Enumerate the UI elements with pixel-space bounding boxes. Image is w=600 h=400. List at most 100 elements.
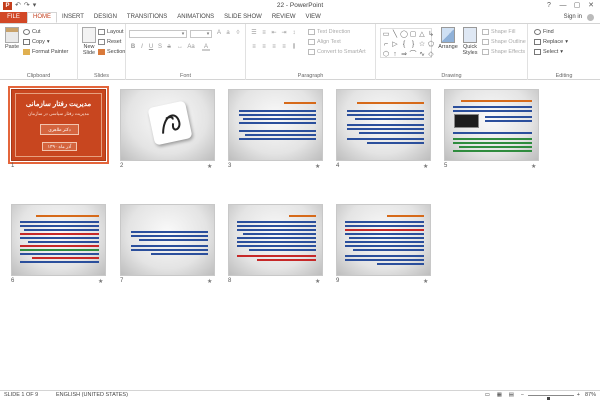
shadow-icon[interactable]: S (156, 44, 164, 51)
numbering-icon[interactable]: ≡ (260, 30, 268, 37)
shape-fill-button[interactable]: Shape Fill (482, 28, 515, 36)
quick-styles-button[interactable]: Quick Styles (460, 27, 480, 56)
new-slide-button[interactable]: New Slide (80, 27, 98, 56)
layout-button[interactable]: Layout (98, 28, 124, 36)
align-text-button[interactable]: Align Text (308, 38, 341, 46)
tab-home[interactable]: HOME (27, 12, 57, 23)
reset-button[interactable]: Reset (98, 38, 121, 46)
decrease-indent-icon[interactable]: ⇤ (270, 30, 278, 37)
customize-qat-icon[interactable]: ▾ (33, 1, 37, 11)
align-center-icon[interactable]: ≡ (260, 44, 268, 51)
shape-outline-button[interactable]: Shape Outline (482, 38, 526, 46)
columns-icon[interactable]: ⫼ (290, 44, 298, 51)
shape-gallery-item[interactable]: ▭ (382, 30, 390, 39)
tab-slide-show[interactable]: SLIDE SHOW (219, 12, 267, 23)
shape-gallery-item[interactable]: ▷ (391, 40, 399, 49)
tab-insert[interactable]: INSERT (57, 12, 89, 23)
shape-gallery-item[interactable]: } (409, 40, 417, 49)
shape-gallery-item[interactable]: ◇ (427, 50, 435, 59)
font-size-combo[interactable]: ▾ (190, 30, 212, 38)
tab-transitions[interactable]: TRANSITIONS (122, 12, 172, 23)
tab-review[interactable]: REVIEW (267, 12, 301, 23)
minimize-button[interactable]: — (556, 0, 570, 12)
redo-icon[interactable]: ↷ (24, 1, 30, 11)
shapes-gallery[interactable]: ▭ ╲ ◯ ▢ △ ↳ ⌐ ▷ { } ☆ ⬠ ⬡ ↑ ⇒ ⌒ ∿ ◇ (380, 28, 435, 59)
bullets-icon[interactable]: ☰ (250, 30, 258, 37)
tab-design[interactable]: DESIGN (89, 12, 122, 23)
shape-gallery-item[interactable]: ∿ (418, 50, 426, 59)
slide-thumbnail-1[interactable]: مدیریت رفتار سازمانی مدیریت رفتار سیاسی … (8, 86, 109, 164)
bold-icon[interactable]: B (129, 44, 137, 51)
slide-subtitle: مدیریت رفتار سیاسی در سازمان (27, 111, 89, 116)
increase-indent-icon[interactable]: ⇥ (280, 30, 288, 37)
tab-file[interactable]: FILE (0, 12, 27, 23)
font-color-icon[interactable]: A (202, 44, 210, 51)
shape-gallery-item[interactable]: ▢ (409, 30, 417, 39)
slide-thumbnail-7[interactable] (120, 204, 215, 276)
slide-thumbnail-3[interactable] (228, 89, 323, 161)
paste-button[interactable]: Paste (2, 27, 22, 50)
shape-gallery-item[interactable]: ⬡ (382, 50, 390, 59)
zoom-out-icon[interactable]: − (521, 391, 524, 400)
cut-button[interactable]: Cut (23, 28, 41, 36)
clear-formatting-icon[interactable]: ◊ (234, 30, 242, 37)
sign-in-link[interactable]: Sign in (564, 12, 582, 23)
shape-gallery-item[interactable]: ↑ (391, 50, 399, 59)
replace-button[interactable]: Replace ▾ (534, 38, 568, 46)
help-icon[interactable]: ? (542, 0, 556, 12)
grow-font-icon[interactable]: A (215, 30, 223, 37)
undo-icon[interactable]: ↶ (15, 1, 21, 11)
copy-button[interactable]: Copy ▾ (23, 38, 50, 46)
align-right-icon[interactable]: ≡ (270, 44, 278, 51)
strikethrough-icon[interactable]: a (165, 44, 173, 51)
shape-gallery-item[interactable]: ↳ (427, 30, 435, 39)
slide-thumbnail-4[interactable] (336, 89, 431, 161)
underline-icon[interactable]: U (147, 44, 155, 51)
font-family-combo[interactable]: ▾ (129, 30, 187, 38)
slide-sorter-view-icon[interactable]: ▦ (497, 391, 502, 400)
shape-gallery-item[interactable]: ⌒ (409, 50, 417, 59)
drawing-group: ▭ ╲ ◯ ▢ △ ↳ ⌐ ▷ { } ☆ ⬠ ⬡ ↑ ⇒ ⌒ ∿ ◇ Arra… (376, 24, 528, 80)
close-button[interactable]: ✕ (584, 0, 598, 12)
shrink-font-icon[interactable]: a (224, 30, 232, 37)
language-indicator[interactable]: ENGLISH (UNITED STATES) (56, 391, 128, 400)
shape-gallery-item[interactable]: ⇒ (400, 50, 408, 59)
slide-thumbnail-6[interactable] (11, 204, 106, 276)
slide-thumbnail-5[interactable] (444, 89, 539, 161)
zoom-level[interactable]: 87% (585, 391, 596, 400)
italic-icon[interactable]: I (138, 44, 146, 51)
line-spacing-icon[interactable]: ↕ (290, 30, 298, 37)
shape-gallery-item[interactable]: ⬠ (427, 40, 435, 49)
slide-thumbnail-8[interactable] (228, 204, 323, 276)
zoom-slider[interactable] (528, 395, 574, 400)
format-painter-button[interactable]: Format Painter (23, 48, 68, 56)
convert-smartart-button[interactable]: Convert to SmartArt (308, 48, 366, 56)
slide-thumbnail-9[interactable] (336, 204, 431, 276)
justify-icon[interactable]: ≡ (280, 44, 288, 51)
zoom-in-icon[interactable]: + (577, 391, 580, 400)
tab-animations[interactable]: ANIMATIONS (172, 12, 219, 23)
maximize-button[interactable]: ▢ (570, 0, 584, 12)
slide-thumbnail-2[interactable] (120, 89, 215, 161)
section-button[interactable]: Section (98, 48, 125, 56)
slide-sorter[interactable]: مدیریت رفتار سازمانی مدیریت رفتار سیاسی … (0, 80, 600, 390)
shape-effects-button[interactable]: Shape Effects (482, 48, 525, 56)
shape-gallery-item[interactable]: ╲ (391, 30, 399, 39)
change-case-icon[interactable]: Aa (187, 44, 195, 51)
align-left-icon[interactable]: ≡ (250, 44, 258, 51)
user-icon[interactable] (587, 14, 594, 21)
shape-gallery-item[interactable]: △ (418, 30, 426, 39)
reading-view-icon[interactable]: ▤ (509, 391, 514, 400)
character-spacing-icon[interactable]: ↔ (176, 44, 184, 51)
shape-gallery-item[interactable]: ⌐ (382, 40, 390, 49)
shape-gallery-item[interactable]: ☆ (418, 40, 426, 49)
select-button[interactable]: Select ▾ (534, 48, 563, 56)
shape-gallery-item[interactable]: ◯ (400, 30, 408, 39)
powerpoint-app-icon[interactable]: P (3, 2, 12, 10)
arrange-button[interactable]: Arrange (438, 27, 458, 50)
tab-view[interactable]: VIEW (301, 12, 326, 23)
text-direction-button[interactable]: Text Direction (308, 28, 350, 36)
normal-view-icon[interactable]: ▭ (485, 391, 490, 400)
find-button[interactable]: Find (534, 28, 554, 36)
shape-gallery-item[interactable]: { (400, 40, 408, 49)
